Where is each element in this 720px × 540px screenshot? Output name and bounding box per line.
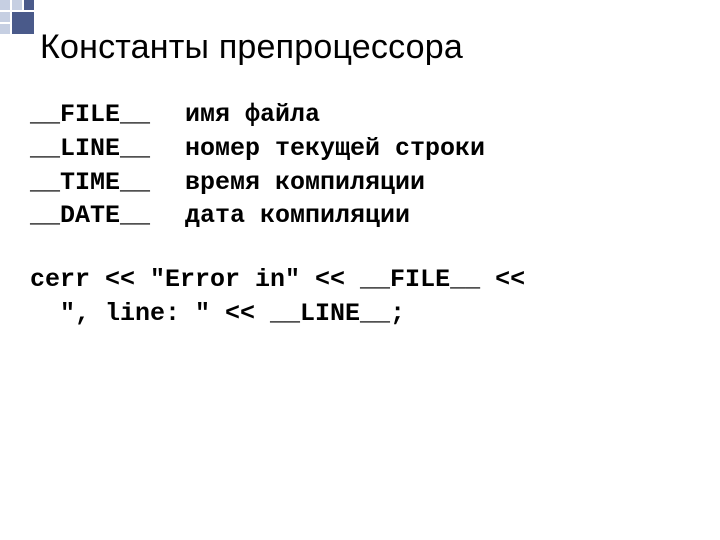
macro-desc: имя файла [185,98,320,132]
macro-row: __FILE__ имя файла [30,98,680,132]
slide-body: __FILE__ имя файла __LINE__ номер текуще… [30,98,680,331]
macro-name: __LINE__ [30,132,185,166]
code-line-1: cerr << "Error in" << __FILE__ << [30,263,680,297]
macro-name: __DATE__ [30,199,185,233]
macro-desc: номер текущей строки [185,132,485,166]
macro-desc: дата компиляции [185,199,410,233]
slide: Константы препроцессора __FILE__ имя фай… [0,0,720,540]
macro-desc: время компиляции [185,166,425,200]
macro-row: __TIME__ время компиляции [30,166,680,200]
macro-row: __DATE__ дата компиляции [30,199,680,233]
code-line-2: ", line: " << __LINE__; [30,297,680,331]
macro-row: __LINE__ номер текущей строки [30,132,680,166]
slide-title: Константы препроцессора [40,28,463,67]
macro-name: __TIME__ [30,166,185,200]
macro-name: __FILE__ [30,98,185,132]
